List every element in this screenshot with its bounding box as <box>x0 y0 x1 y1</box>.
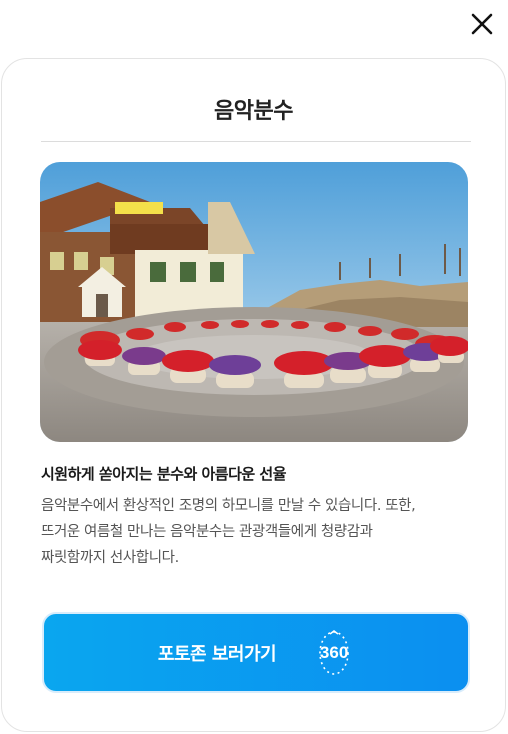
card-subtitle: 시원하게 쏟아지는 분수와 아름다운 선율 <box>41 465 287 483</box>
panorama-360-icon: 360 <box>314 628 354 678</box>
fountain-photo <box>40 162 468 442</box>
card-description: 음악분수에서 환상적인 조명의 하모니를 만날 수 있습니다. 또한, 뜨거운 … <box>41 498 416 566</box>
photozone-button-label: 포토존 보러가기 <box>157 643 277 665</box>
close-icon <box>471 13 493 35</box>
title-divider <box>41 141 471 142</box>
info-card: 음악분수 시원하게 쏟아지는 분수와 아름다운 선율 음악분수에서 환상적인 조… <box>1 58 506 732</box>
photozone-button[interactable]: 포토존 보러가기 360 <box>42 612 470 693</box>
close-button[interactable] <box>468 10 496 38</box>
card-title: 음악분수 <box>214 99 293 124</box>
panorama-badge-text: 360 <box>319 642 349 662</box>
